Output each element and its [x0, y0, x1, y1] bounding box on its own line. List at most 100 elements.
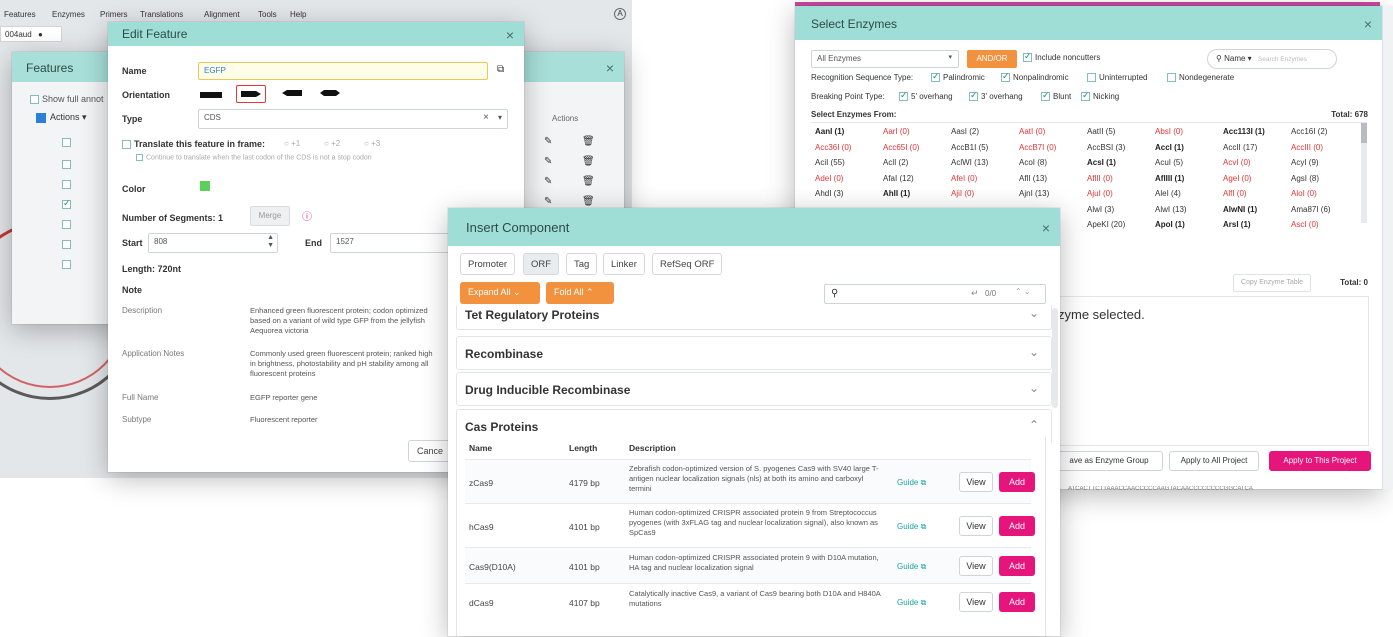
recog-nonpalindromic[interactable]: Nonpalindromic [1001, 71, 1069, 83]
enzyme-search[interactable]: ⚲ Name ▾ Search Enzymes [1207, 49, 1337, 69]
add-button[interactable]: Add [999, 516, 1035, 536]
save-enzyme-group-button[interactable]: ave as Enzyme Group [1055, 451, 1163, 471]
accordion-drug-inducible[interactable]: Drug Inducible Recombinase ⌄ [456, 372, 1052, 406]
add-button[interactable]: Add [999, 592, 1035, 612]
apply-all-projects-button[interactable]: Apply to All Project [1169, 451, 1259, 471]
search-nav-icon[interactable]: ⌃ ⌄ [1015, 287, 1031, 296]
menu-help[interactable]: Help [290, 10, 306, 19]
translate-checkbox[interactable]: Translate this feature in frame: [122, 139, 265, 150]
recog-uninterrupted[interactable]: Uninterrupted [1087, 73, 1147, 83]
close-icon[interactable]: × [606, 60, 614, 76]
enzyme-item[interactable]: AcoI (8) [1019, 158, 1047, 167]
frame-radio-1[interactable]: ○ +1 [284, 139, 300, 148]
checkbox-icon[interactable] [1167, 73, 1176, 83]
frame-radio-3[interactable]: ○ +3 [364, 139, 380, 148]
menu-tools[interactable]: Tools [258, 10, 277, 19]
enzyme-item[interactable]: AlfI (0) [1223, 189, 1247, 198]
row-checkbox[interactable] [62, 180, 71, 189]
chevron-down-icon[interactable]: ▾ [498, 113, 502, 122]
continue-translate-checkbox[interactable]: Continue to translate when the last codo… [136, 154, 372, 161]
enzyme-item[interactable]: AflII (0) [1087, 174, 1113, 183]
enzyme-item[interactable]: ApeKI (20) [1087, 220, 1125, 229]
add-button[interactable]: Add [999, 472, 1035, 492]
enzyme-item[interactable]: AccIII (0) [1291, 143, 1323, 152]
show-full-annotation[interactable]: Show full annot [30, 94, 104, 105]
enzyme-item[interactable]: AccII (17) [1223, 143, 1257, 152]
scroll-thumb[interactable] [1361, 123, 1367, 143]
enzyme-item[interactable]: AloI (0) [1291, 189, 1317, 198]
checkbox-icon[interactable] [931, 71, 940, 83]
row-checkbox[interactable] [62, 260, 71, 269]
break-nicking[interactable]: Nicking [1081, 90, 1119, 102]
break-blunt[interactable]: Blunt [1041, 90, 1071, 102]
stepper-icon[interactable]: ▲ ▼ [267, 234, 274, 250]
edit-pencil-icon[interactable]: ✎ [544, 156, 552, 167]
guide-link[interactable]: Guide ⧉ [897, 522, 926, 532]
enzyme-item[interactable]: Acc36I (0) [815, 143, 851, 152]
enzyme-item[interactable]: AatI (0) [1019, 127, 1045, 136]
tab-close-icon[interactable]: ● [38, 30, 43, 39]
end-input[interactable]: 1527 [330, 233, 450, 253]
enzyme-item[interactable]: AccB7I (0) [1019, 143, 1056, 152]
actions-dropdown[interactable]: Actions ▾ [36, 112, 87, 123]
enzyme-item[interactable]: AgeI (0) [1223, 174, 1251, 183]
enzyme-item[interactable]: AbsI (0) [1155, 127, 1183, 136]
tab-promoter[interactable]: Promoter [460, 253, 516, 275]
checkbox-icon[interactable] [1023, 51, 1032, 63]
copy-icon[interactable]: ⧉ [497, 64, 504, 75]
tab-refseq-orf[interactable]: RefSeq ORF [652, 253, 723, 275]
view-button[interactable]: View [959, 592, 993, 612]
row-checkbox[interactable] [62, 138, 71, 147]
view-button[interactable]: View [959, 556, 993, 576]
select-all-checkbox-icon[interactable] [36, 112, 46, 123]
guide-link[interactable]: Guide ⧉ [897, 562, 926, 572]
checkbox-icon[interactable] [1087, 73, 1096, 83]
andor-button[interactable]: AND/OR [967, 50, 1017, 68]
checkbox-icon[interactable] [136, 154, 143, 161]
orientation-forward[interactable] [236, 85, 266, 103]
delete-icon[interactable]: 🗑 [582, 196, 595, 207]
file-tab[interactable]: 004aud ● [0, 26, 62, 42]
enzyme-item[interactable]: AccI (1) [1155, 143, 1184, 152]
enzyme-item[interactable]: AhlI (1) [883, 189, 910, 198]
fold-all-button[interactable]: Fold All ⌃ [546, 282, 614, 304]
checkbox-icon[interactable] [30, 95, 39, 105]
edit-pencil-icon[interactable]: ✎ [544, 136, 552, 147]
checkbox-icon[interactable] [969, 90, 978, 102]
recog-palindromic[interactable]: Palindromic [931, 71, 985, 83]
enzyme-item[interactable]: AlwI (13) [1155, 205, 1187, 214]
clear-icon[interactable]: × [483, 112, 489, 123]
checkbox-icon[interactable] [122, 140, 131, 150]
enzyme-item[interactable]: AdeI (0) [815, 174, 843, 183]
enzyme-item[interactable]: AclWI (13) [951, 158, 988, 167]
break-5-overhang[interactable]: 5' overhang [899, 90, 953, 102]
include-noncutters-checkbox[interactable]: Include noncutters [1023, 51, 1100, 63]
merge-button[interactable]: Merge [250, 206, 290, 226]
enzyme-item[interactable]: AhdI (3) [815, 189, 843, 198]
component-search-input[interactable]: ⚲ ↵ 0/0 ⌃ ⌄ [824, 284, 1046, 304]
delete-icon[interactable]: 🗑 [582, 156, 595, 167]
break-3-overhang[interactable]: 3' overhang [969, 90, 1023, 102]
checkbox-icon[interactable] [899, 90, 908, 102]
enzyme-item[interactable]: AjiI (0) [951, 189, 974, 198]
enzyme-item[interactable]: AanI (1) [815, 127, 844, 136]
enzyme-item[interactable]: AflI (13) [1019, 174, 1047, 183]
enzyme-item[interactable]: AjnI (13) [1019, 189, 1049, 198]
checkbox-icon[interactable] [1041, 90, 1050, 102]
start-input[interactable]: 808 ▲ ▼ [148, 233, 278, 253]
user-icon[interactable]: A [614, 8, 626, 20]
enzyme-item[interactable]: AccBSI (3) [1087, 143, 1125, 152]
enzyme-item[interactable]: AcyI (9) [1291, 158, 1319, 167]
delete-icon[interactable]: 🗑 [582, 136, 595, 147]
enzyme-item[interactable]: Acc16I (2) [1291, 127, 1327, 136]
recog-nondegenerate[interactable]: Nondegenerate [1167, 73, 1234, 83]
apply-this-project-button[interactable]: Apply to This Project [1269, 451, 1371, 471]
checkbox-icon[interactable] [1001, 71, 1010, 83]
enzyme-item[interactable]: AgsI (8) [1291, 174, 1319, 183]
tab-linker[interactable]: Linker [603, 253, 645, 275]
search-mode[interactable]: Name [1224, 54, 1245, 63]
enzyme-item[interactable]: AclI (2) [883, 158, 908, 167]
enzyme-item[interactable]: AfeI (0) [951, 174, 977, 183]
menu-alignment[interactable]: Alignment [204, 10, 240, 19]
enzyme-item[interactable]: ArsI (1) [1223, 220, 1251, 229]
